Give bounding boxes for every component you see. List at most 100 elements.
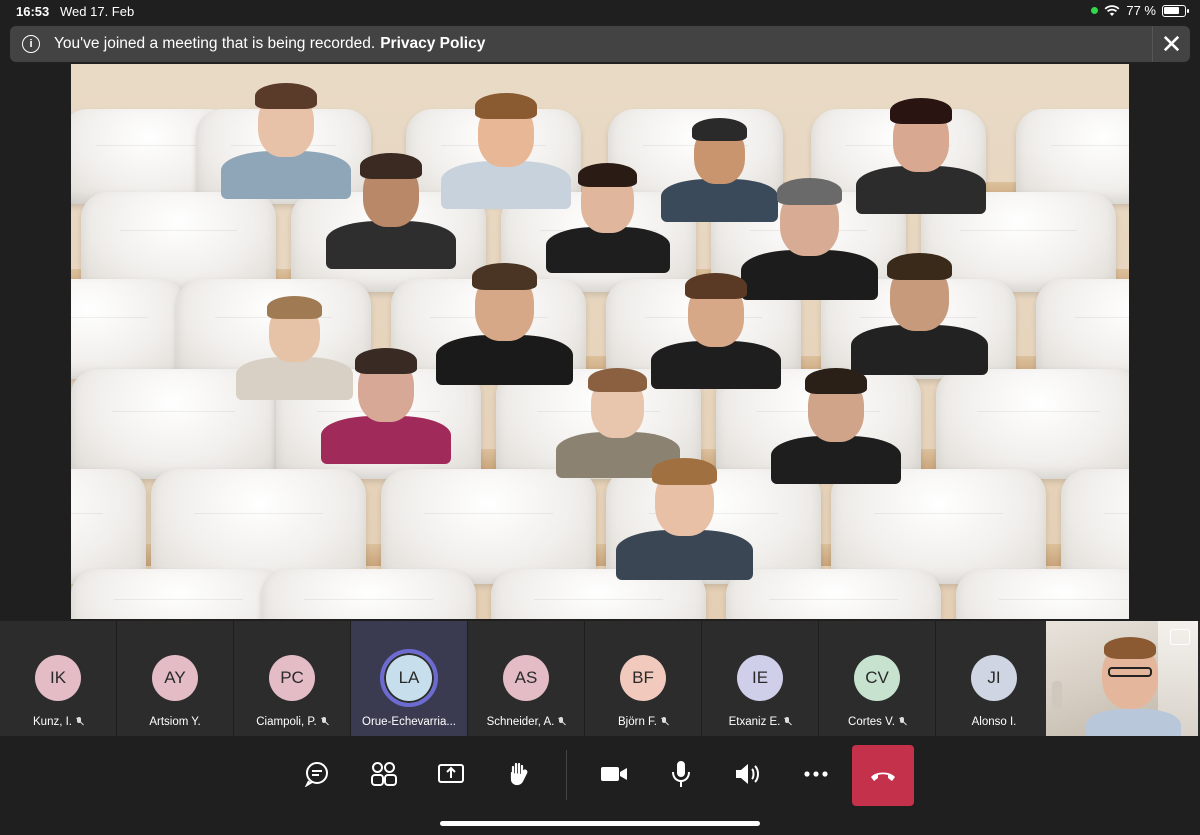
raise-hand-icon[interactable] [498,754,538,794]
meeting-participant-video [321,344,451,464]
participant-hair [651,458,717,486]
participant-body [436,334,573,385]
wifi-icon [1104,4,1120,16]
participant-name-text: Cortes V. [848,716,895,728]
auditorium-seat [956,569,1129,619]
participant-name: Schneider, A. [468,716,584,728]
self-view-glasses [1108,667,1152,677]
participant-name-text: Ciampoli, P. [256,716,317,728]
participant-avatar: IK [35,655,81,701]
participant-avatar: AY [152,655,198,701]
meeting-participant-video [771,364,901,484]
participant-name: Etxaniz E. [702,716,818,728]
home-indicator[interactable] [440,821,760,826]
self-view-body [1086,709,1181,736]
self-view-video[interactable] [1046,621,1198,736]
participant-avatar: PC [269,655,315,701]
meeting-participant-video [616,454,753,580]
participant-name: Björn F. [585,716,701,728]
participant-tile[interactable]: IE Etxaniz E. [702,621,819,736]
participant-tile[interactable]: IK Kunz, I. [0,621,117,736]
muted-mic-icon [557,717,565,726]
meeting-participant-video [851,249,988,375]
participant-hair [471,263,537,291]
together-mode-stage [71,64,1129,619]
muted-mic-icon [320,717,328,726]
close-icon[interactable]: ✕ [1152,26,1190,62]
participant-hair [355,348,417,374]
auditorium-seat [261,569,476,619]
meeting-participant-video [546,159,670,273]
auditorium-seat [831,469,1046,584]
participant-hair [475,93,537,119]
participant-tile[interactable]: AY Artsiom Y. [117,621,234,736]
participant-hair [776,178,842,206]
participant-name-text: Björn F. [618,716,657,728]
background-lamp [1052,681,1062,709]
participant-tile[interactable]: LA Orue-Echevarria... [351,621,468,736]
auditorium-seat [1061,469,1129,584]
participant-avatar: IE [737,655,783,701]
participant-name: Ciampoli, P. [234,716,350,728]
self-view-hair [1104,637,1156,659]
info-icon: i [22,35,40,53]
auditorium-seat [381,469,596,584]
auditorium-seat [936,369,1129,479]
meeting-participant-video [326,149,456,269]
participant-name: Orue-Echevarria... [351,716,467,728]
participant-name: Kunz, I. [0,716,116,728]
share-screen-icon[interactable] [431,754,471,794]
people-icon[interactable] [364,754,404,794]
participant-hair [255,83,317,109]
auditorium-seat [71,569,286,619]
participant-name: Artsiom Y. [117,716,233,728]
camera-icon[interactable] [594,754,634,794]
participant-hair [691,117,748,141]
participant-name-text: Orue-Echevarria... [362,716,456,728]
participant-avatar: BF [620,655,666,701]
participant-name: Alonso I. [936,716,1052,728]
more-icon[interactable] [796,754,836,794]
participant-tile[interactable]: CV Cortes V. [819,621,936,736]
hang-up-button[interactable] [852,745,914,806]
participant-tile[interactable]: BF Björn F. [585,621,702,736]
muted-mic-icon [75,717,83,726]
auditorium-seat [151,469,366,584]
battery-icon [1162,4,1189,17]
participant-hair [588,367,648,393]
participant-hair [360,153,422,179]
status-right: 77 % [1091,3,1189,18]
participant-tile[interactable]: JI Alonso I. [936,621,1053,736]
auditorium-seat [81,192,276,292]
meeting-participant-video [436,259,573,385]
muted-mic-icon [783,717,791,726]
chat-icon[interactable] [297,754,337,794]
participant-body [616,529,753,580]
participant-hair [685,273,747,299]
participant-avatar: LA [380,649,438,707]
participant-hair [890,98,952,124]
status-time: 16:53 [16,4,50,19]
switch-camera-icon[interactable] [1170,629,1190,645]
meeting-controls [0,736,1200,835]
participant-body [321,416,451,464]
participant-avatar: AS [503,655,549,701]
participant-tile[interactable]: AS Schneider, A. [468,621,585,736]
participant-hair [578,162,638,188]
battery-fill [1164,6,1180,14]
participant-hair [886,253,952,281]
participant-body [771,436,901,484]
battery-percent: 77 % [1126,3,1156,18]
recording-banner: i You've joined a meeting that is being … [10,26,1190,62]
participant-hair [805,368,867,394]
privacy-policy-link[interactable]: Privacy Policy [380,35,485,53]
status-date: Wed 17. Feb [60,4,135,19]
auditorium-seat [1016,109,1129,204]
participant-tile[interactable]: PC Ciampoli, P. [234,621,351,736]
auditorium-seat [726,569,941,619]
teams-meeting-window: 16:53 Wed 17. Feb 77 % i You've joined a… [0,0,1200,835]
microphone-icon[interactable] [661,754,701,794]
speaker-icon[interactable] [728,754,768,794]
participant-name: Cortes V. [819,716,935,728]
muted-mic-icon [660,717,668,726]
